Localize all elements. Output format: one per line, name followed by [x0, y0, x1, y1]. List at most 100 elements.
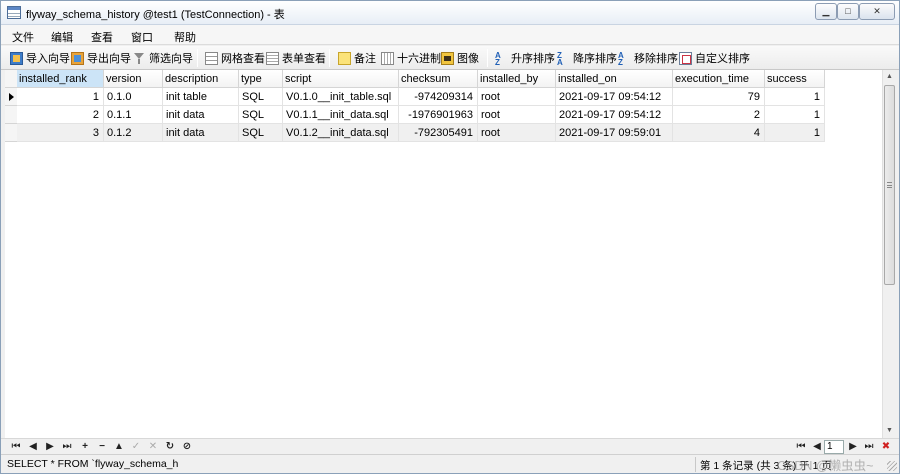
sort-descending-button[interactable]: ZA 降序排序	[557, 50, 617, 66]
table-cell[interactable]: V0.1.0__init_table.sql	[283, 88, 399, 106]
sort-descending-label: 降序排序	[573, 53, 617, 65]
column-header[interactable]: installed_rank	[17, 70, 104, 88]
table-cell[interactable]: 1	[765, 88, 825, 106]
table-icon	[7, 6, 21, 19]
image-icon	[441, 51, 454, 65]
filter-wizard-button[interactable]: 筛选向导	[133, 50, 193, 66]
table-cell[interactable]: root	[478, 124, 556, 142]
row-header-current[interactable]	[5, 88, 17, 106]
minimize-button[interactable]: ▁	[815, 3, 837, 20]
page-first-icon[interactable]: ⏮	[795, 440, 807, 454]
sort-descending-icon: ZA	[557, 50, 563, 67]
table-cell[interactable]: root	[478, 106, 556, 124]
column-header[interactable]: script	[283, 70, 399, 88]
table-cell[interactable]: 79	[673, 88, 765, 106]
next-record-icon[interactable]: ▶	[44, 440, 56, 454]
table-cell[interactable]: init table	[163, 88, 239, 106]
custom-sort-button[interactable]: 自定义排序	[679, 50, 750, 66]
column-header[interactable]: installed_by	[478, 70, 556, 88]
table-cell[interactable]: 1	[17, 88, 104, 106]
table-cell[interactable]: V0.1.2__init_data.sql	[283, 124, 399, 142]
sort-ascending-button[interactable]: AZ 升序排序	[495, 50, 555, 66]
form-view-button[interactable]: 表单查看	[266, 50, 326, 66]
table-cell[interactable]: -792305491	[399, 124, 478, 142]
table-cell[interactable]: 2021-09-17 09:59:01	[556, 124, 673, 142]
vertical-scrollbar[interactable]: ▲ ▼	[882, 70, 895, 438]
page-last-icon[interactable]: ⏭	[863, 440, 875, 454]
table-cell[interactable]: init data	[163, 106, 239, 124]
first-record-icon[interactable]: ⏮	[10, 440, 22, 454]
column-header[interactable]: version	[104, 70, 163, 88]
table-cell[interactable]: 0.1.2	[104, 124, 163, 142]
scrollbar-thumb[interactable]	[884, 85, 895, 285]
table-row[interactable]: 3 0.1.2 init data SQL V0.1.2__init_data.…	[17, 124, 825, 142]
table-cell[interactable]: 2021-09-17 09:54:12	[556, 106, 673, 124]
move-up-icon[interactable]: ▲	[113, 440, 125, 454]
table-row[interactable]: 1 0.1.0 init table SQL V0.1.0__init_tabl…	[17, 88, 825, 106]
table-cell[interactable]: init data	[163, 124, 239, 142]
table-cell[interactable]: -1976901963	[399, 106, 478, 124]
table-cell[interactable]: SQL	[239, 106, 283, 124]
row-header[interactable]	[5, 106, 17, 124]
prev-record-icon[interactable]: ◀	[27, 440, 39, 454]
toolbar: 导入向导 导出向导 筛选向导 网格查看 表单查看 备注 十六进制 图像 A Z …	[1, 46, 899, 70]
memo-button[interactable]: 备注	[338, 50, 376, 66]
hex-button[interactable]: 十六进制	[381, 50, 441, 66]
column-header[interactable]: success	[765, 70, 825, 88]
add-record-icon[interactable]: +	[79, 440, 91, 454]
page-prev-icon[interactable]: ◀	[811, 440, 823, 454]
menu-view[interactable]: 查看	[91, 29, 113, 45]
menu-window[interactable]: 窗口	[131, 29, 153, 45]
corner-header	[5, 70, 17, 88]
menu-edit[interactable]: 编辑	[51, 29, 73, 45]
export-wizard-button[interactable]: 导出向导	[71, 50, 131, 66]
page-close-icon[interactable]: ✖	[880, 440, 892, 454]
scroll-down-arrow-icon[interactable]: ▼	[883, 424, 896, 438]
column-header[interactable]: installed_on	[556, 70, 673, 88]
page-number-input[interactable]: 1	[824, 440, 844, 454]
row-header[interactable]	[5, 124, 17, 142]
maximize-button[interactable]: □	[837, 3, 859, 20]
table-cell[interactable]: 0.1.0	[104, 88, 163, 106]
apply-changes-icon[interactable]: ✓	[130, 440, 142, 454]
page-next-icon[interactable]: ▶	[847, 440, 859, 454]
scroll-up-arrow-icon[interactable]: ▲	[883, 70, 896, 84]
table-cell[interactable]: V0.1.1__init_data.sql	[283, 106, 399, 124]
watermark: CSDN @懒虫虫~	[777, 459, 874, 473]
remove-sort-label: 移除排序	[634, 53, 678, 65]
menu-file[interactable]: 文件	[12, 29, 34, 45]
table-cell[interactable]: 2	[17, 106, 104, 124]
column-header[interactable]: execution_time	[673, 70, 765, 88]
menu-help[interactable]: 帮助	[174, 29, 196, 45]
stop-icon[interactable]: ⊘	[181, 440, 193, 454]
close-button[interactable]: ✕	[859, 3, 895, 20]
refresh-icon[interactable]: ↻	[164, 440, 176, 454]
import-wizard-button[interactable]: 导入向导	[10, 50, 70, 66]
table-cell[interactable]: -974209314	[399, 88, 478, 106]
table-cell[interactable]: 1	[765, 124, 825, 142]
record-navigation-bar: ⏮ ◀ ▶ ⏭ + − ▲ ✓ ✕ ↻ ⊘ ⏮ ◀ 1 ▶ ⏭ ✖	[1, 438, 899, 454]
table-cell[interactable]: 4	[673, 124, 765, 142]
grid-view-button[interactable]: 网格查看	[205, 50, 265, 66]
column-header[interactable]: type	[239, 70, 283, 88]
table-cell[interactable]: SQL	[239, 88, 283, 106]
table-cell[interactable]: SQL	[239, 124, 283, 142]
delete-record-icon[interactable]: −	[96, 440, 108, 454]
resize-grip-icon[interactable]	[887, 461, 897, 471]
grid-icon	[205, 51, 218, 65]
column-header[interactable]: checksum	[399, 70, 478, 88]
image-button[interactable]: 图像	[441, 50, 479, 66]
table-row[interactable]: 2 0.1.1 init data SQL V0.1.1__init_data.…	[17, 106, 825, 124]
table-cell[interactable]: root	[478, 88, 556, 106]
table-cell[interactable]: 1	[765, 106, 825, 124]
table-cell[interactable]: 2	[673, 106, 765, 124]
cancel-changes-icon[interactable]: ✕	[147, 440, 159, 454]
table-cell[interactable]: 0.1.1	[104, 106, 163, 124]
toolbar-separator	[329, 49, 330, 67]
remove-sort-button[interactable]: AZ 移除排序	[618, 50, 678, 66]
table-cell[interactable]: 2021-09-17 09:54:12	[556, 88, 673, 106]
last-record-icon[interactable]: ⏭	[61, 440, 73, 454]
column-header[interactable]: description	[163, 70, 239, 88]
table-cell[interactable]: 3	[17, 124, 104, 142]
title-bar: flyway_schema_history @test1 (TestConnec…	[1, 1, 899, 25]
